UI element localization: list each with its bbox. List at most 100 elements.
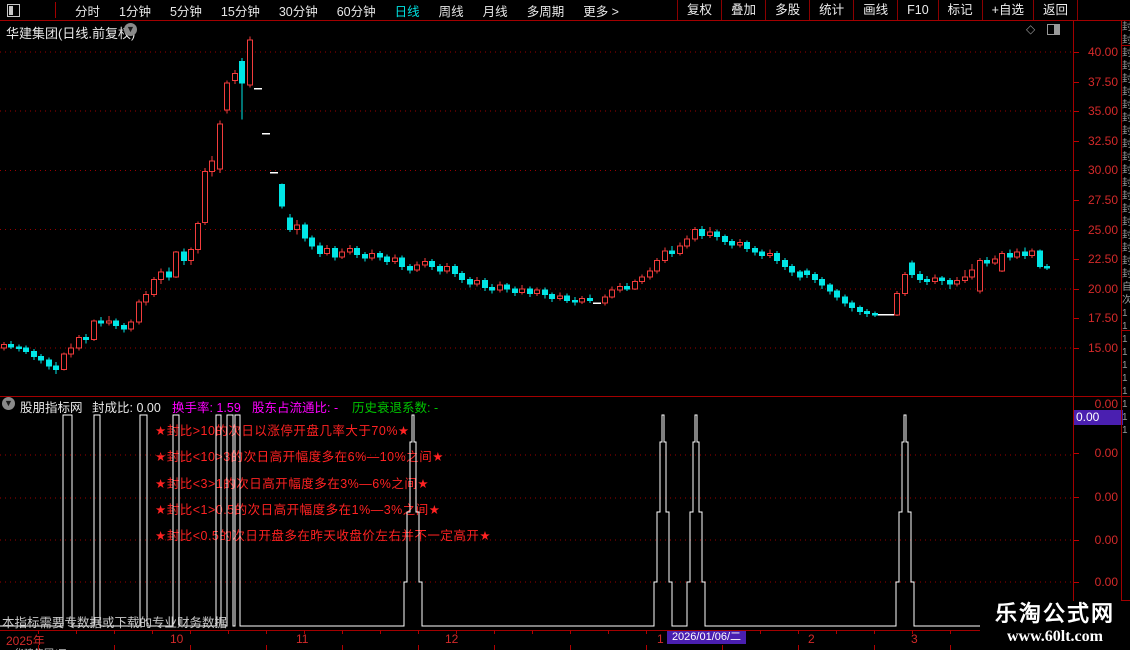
- period-item-9[interactable]: 多周期: [527, 1, 565, 20]
- month-label-2[interactable]: 2: [808, 632, 815, 646]
- split-square-icon[interactable]: [7, 4, 20, 17]
- period-item-5[interactable]: 60分钟: [337, 1, 376, 20]
- period-item-6[interactable]: 日线: [395, 1, 420, 20]
- right-strip-divider: [1122, 330, 1130, 331]
- candle-up: [248, 37, 253, 88]
- action-item-8[interactable]: 返回: [1033, 0, 1078, 20]
- candle-down: [505, 283, 510, 292]
- candle-down: [985, 257, 990, 266]
- candle-up: [640, 275, 645, 284]
- candle-up: [618, 283, 623, 292]
- candle-up: [655, 258, 660, 273]
- action-item-3[interactable]: 统计: [809, 0, 853, 20]
- candle-up: [348, 245, 353, 254]
- candle-down: [820, 277, 825, 289]
- period-item-0[interactable]: 分时: [75, 1, 100, 20]
- candle-up: [144, 291, 149, 305]
- candle-up: [393, 254, 398, 263]
- candle-up: [445, 263, 450, 274]
- candle-up: [77, 335, 82, 350]
- candle-up: [340, 249, 345, 260]
- action-item-7[interactable]: +自选: [982, 0, 1033, 20]
- candle-down: [715, 230, 720, 241]
- price-axis-label: 22.50: [1076, 252, 1118, 266]
- candle-down: [333, 246, 338, 260]
- bottom-strip-tick: [494, 645, 495, 650]
- candle-down: [550, 292, 555, 301]
- candle-up: [203, 168, 208, 225]
- month-label-12[interactable]: 12: [445, 632, 458, 646]
- candle-up: [423, 258, 428, 267]
- candle-down: [858, 305, 863, 314]
- watermark: 乐淘公式网 www.60lt.com: [980, 601, 1130, 650]
- candle-down: [182, 249, 187, 266]
- period-item-4[interactable]: 30分钟: [279, 1, 318, 20]
- candle-up: [159, 269, 164, 284]
- action-item-2[interactable]: 多股: [765, 0, 809, 20]
- bottom-strip-tick: [190, 645, 191, 650]
- bottom-strip-tick: [114, 645, 115, 650]
- period-toolbar: 分时 1分钟 5分钟 15分钟 30分钟 60分钟日线周线月线多周期更多 >: [75, 0, 619, 20]
- candle-down: [24, 346, 29, 354]
- period-item-10[interactable]: 更多 >: [583, 1, 619, 20]
- candle-down: [760, 250, 765, 259]
- candle-down: [850, 301, 855, 312]
- month-label-10[interactable]: 10: [170, 632, 183, 646]
- action-item-5[interactable]: F10: [897, 0, 938, 20]
- candle-down: [355, 246, 360, 258]
- candle-up: [62, 353, 67, 371]
- candle-down: [99, 317, 104, 326]
- candle-down: [288, 214, 293, 232]
- candle-up: [963, 270, 968, 283]
- candle-down: [280, 183, 285, 208]
- month-label-11[interactable]: 11: [296, 632, 308, 646]
- bottom-strip-tick: [570, 645, 571, 650]
- date-tick: [228, 630, 229, 634]
- candle-down: [468, 277, 473, 288]
- candle-down: [588, 295, 593, 303]
- candle-down: [843, 295, 848, 307]
- candle-up: [325, 245, 330, 256]
- candle-down: [1023, 247, 1028, 259]
- action-item-4[interactable]: 画线: [853, 0, 897, 20]
- action-item-6[interactable]: 标记: [938, 0, 982, 20]
- chevron-down-circle-icon[interactable]: ▼: [2, 397, 15, 410]
- candle-down: [775, 251, 780, 264]
- month-label-3[interactable]: 3: [911, 632, 918, 646]
- bottom-strip-tick: [342, 645, 343, 650]
- date-tick: [874, 630, 875, 634]
- candle-up: [933, 275, 938, 284]
- candle-down: [910, 260, 915, 278]
- bottom-strip-tick: [266, 645, 267, 650]
- candle-up: [610, 286, 615, 298]
- date-tick: [798, 630, 799, 634]
- period-item-7[interactable]: 周线: [439, 1, 464, 20]
- period-item-3[interactable]: 15分钟: [221, 1, 260, 20]
- period-item-8[interactable]: 月线: [483, 1, 508, 20]
- indicator-value-box: 0.00: [1074, 410, 1123, 425]
- period-item-1[interactable]: 1分钟: [119, 1, 151, 20]
- candle-up: [218, 121, 223, 173]
- candle-up: [558, 292, 563, 300]
- period-item-2[interactable]: 5分钟: [170, 1, 202, 20]
- price-axis-label: 27.50: [1076, 193, 1118, 207]
- candle-down: [39, 354, 44, 363]
- candle-down: [625, 283, 630, 291]
- candle-up: [663, 247, 668, 262]
- indicator-chart[interactable]: [0, 412, 1073, 630]
- candle-up: [580, 296, 585, 304]
- candle-up: [196, 221, 201, 253]
- action-item-1[interactable]: 叠加: [721, 0, 765, 20]
- candle-up: [137, 299, 142, 324]
- month-label-1[interactable]: 1: [657, 632, 664, 646]
- main-candlestick-chart[interactable]: [0, 28, 1073, 396]
- toolbar-border: [0, 20, 1130, 21]
- action-item-0[interactable]: 复权: [677, 0, 721, 20]
- candle-up: [295, 220, 300, 234]
- bottom-strip-tick: [950, 645, 951, 650]
- candle-down: [700, 226, 705, 239]
- bottom-strip-tick: [874, 645, 875, 650]
- candle-down: [940, 276, 945, 285]
- selected-date-box[interactable]: 2026/01/06/二: [667, 631, 746, 644]
- app-window: 分时 1分钟 5分钟 15分钟 30分钟 60分钟日线周线月线多周期更多 > 复权叠加多股…: [0, 0, 1130, 650]
